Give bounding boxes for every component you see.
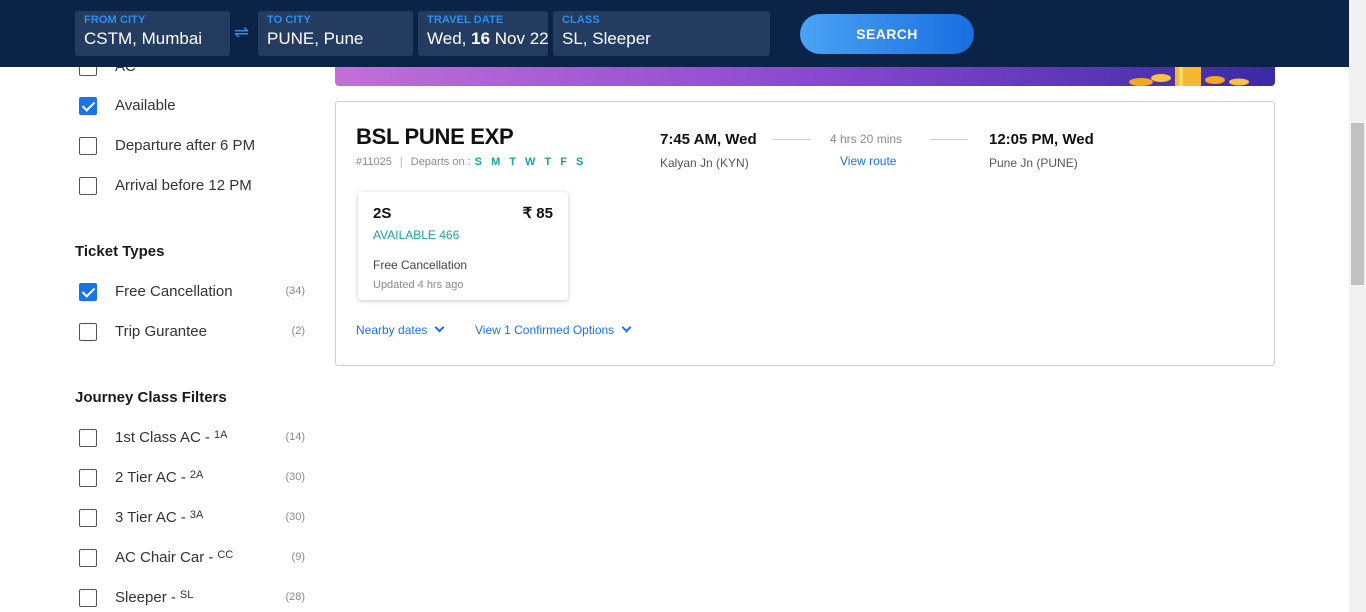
filter-count: (28)	[285, 591, 305, 603]
availability-status: AVAILABLE 466	[373, 228, 460, 242]
field-value: SL, Sleeper	[562, 29, 651, 48]
filter-class-3a[interactable]: 3 Tier AC -3A (30)	[79, 509, 309, 529]
filter-arrival-before-12pm[interactable]: Arrival before 12 PM	[79, 177, 309, 197]
filter-count: (34)	[285, 285, 305, 297]
checkbox[interactable]	[79, 137, 97, 155]
filters-sidebar: AC Available Departure after 6 PM Arriva…	[0, 0, 320, 612]
checkbox[interactable]	[79, 429, 97, 447]
field-value: PUNE, Pune	[267, 29, 364, 48]
filter-label: Free Cancellation	[115, 283, 233, 300]
duration-line-left	[772, 139, 810, 140]
filter-label: 1st Class AC -1A	[115, 429, 228, 446]
filter-count: (9)	[291, 551, 305, 563]
swap-icon[interactable]: ⇌	[234, 22, 249, 43]
checkbox-checked[interactable]	[79, 283, 97, 301]
filter-label: Arrival before 12 PM	[115, 177, 252, 194]
filter-count: (14)	[285, 431, 305, 443]
filter-available[interactable]: Available	[79, 97, 309, 117]
filter-class-2a[interactable]: 2 Tier AC -2A (30)	[79, 469, 309, 489]
class-field[interactable]: CLASS SL, Sleeper	[553, 11, 770, 56]
travel-date-field[interactable]: TRAVEL DATE Wed, 16 Nov 22	[418, 11, 549, 56]
checkbox[interactable]	[79, 509, 97, 527]
class-code: CC	[217, 549, 234, 561]
view-route-link[interactable]: View route	[840, 154, 896, 168]
filter-count: (30)	[285, 511, 305, 523]
class-price: ₹ 85	[522, 205, 553, 222]
running-days: S M T W T F S	[474, 156, 587, 168]
train-card: BSL PUNE EXP #11025 | Departs on :S M T W …	[335, 101, 1275, 366]
confirmed-options-label: View 1 Confirmed Options	[475, 323, 615, 337]
filter-free-cancellation[interactable]: Free Cancellation (34)	[79, 283, 309, 303]
filter-label: AC Chair Car - CC	[115, 549, 234, 566]
nearby-dates-label: Nearby dates	[356, 323, 428, 337]
filter-trip-gurantee[interactable]: Trip Gurantee (2)	[79, 323, 309, 343]
scrollbar-track[interactable]	[1349, 0, 1366, 612]
filter-label: 2 Tier AC -2A	[115, 469, 204, 486]
arrival-time: 12:05 PM, Wed	[989, 131, 1094, 148]
class-name: 2S	[373, 205, 392, 222]
arrival-station: Pune Jn (PUNE)	[989, 156, 1078, 170]
filter-count: (2)	[291, 325, 305, 337]
checkbox[interactable]	[79, 177, 97, 195]
train-name: BSL PUNE EXP	[356, 124, 514, 149]
checkbox[interactable]	[79, 549, 97, 567]
filter-class-sl[interactable]: Sleeper - SL (28)	[79, 589, 309, 609]
field-value: CSTM, Mumbai	[84, 29, 203, 48]
field-label: FROM CITY	[84, 14, 146, 26]
ticket-types-title: Ticket Types	[75, 243, 165, 260]
class-option-2s[interactable]: 2S ₹ 85 AVAILABLE 466 Free Cancellation …	[358, 192, 568, 300]
field-label: TO CITY	[267, 14, 311, 26]
filter-label: 3 Tier AC -3A	[115, 509, 204, 526]
confirmed-options-link[interactable]: View 1 Confirmed Options	[475, 322, 632, 337]
cancellation-info: Free Cancellation	[373, 258, 468, 272]
search-header: FROM CITY CSTM, Mumbai ⇌ TO CITY PUNE, P…	[0, 0, 1349, 67]
promo-banner[interactable]	[335, 64, 1275, 86]
class-code: 3A	[189, 509, 204, 521]
field-label: TRAVEL DATE	[427, 14, 504, 26]
filter-label: Departure after 6 PM	[115, 137, 256, 154]
chevron-down-icon	[434, 322, 445, 333]
search-button[interactable]: SEARCH	[800, 14, 974, 54]
field-label: CLASS	[562, 14, 600, 26]
duration-line-right	[930, 139, 968, 140]
filter-departure-after-6pm[interactable]: Departure after 6 PM	[79, 137, 309, 157]
checkbox[interactable]	[79, 469, 97, 487]
journey-class-title: Journey Class Filters	[75, 389, 227, 406]
class-code: SL	[179, 589, 194, 601]
departure-station: Kalyan Jn (KYN)	[660, 156, 749, 170]
updated-time: Updated 4 hrs ago	[373, 279, 464, 291]
chevron-down-icon	[621, 322, 632, 333]
class-code: 1A	[214, 429, 228, 441]
filter-count: (30)	[285, 471, 305, 483]
page: AC Available Departure after 6 PM Arriva…	[0, 0, 1366, 612]
class-code: 2A	[189, 469, 204, 481]
filter-label: Available	[115, 97, 176, 114]
filter-label: Trip Gurantee	[115, 323, 207, 340]
scrollbar-thumb[interactable]	[1351, 123, 1364, 285]
departs-on-label: Departs on :	[410, 156, 471, 168]
train-number: #11025	[356, 156, 392, 168]
checkbox[interactable]	[79, 323, 97, 341]
filter-class-cc[interactable]: AC Chair Car - CC (9)	[79, 549, 309, 569]
field-value: Wed, 16 Nov 22	[427, 29, 549, 48]
filter-label: Sleeper - SL	[115, 589, 194, 606]
train-meta: #11025 | Departs on :S M T W T F S	[356, 156, 587, 168]
journey-duration: 4 hrs 20 mins	[830, 132, 903, 146]
departure-time: 7:45 AM, Wed	[660, 131, 757, 148]
coins-icon	[1129, 66, 1249, 86]
filter-class-1a[interactable]: 1st Class AC -1A (14)	[79, 429, 309, 449]
checkbox-checked[interactable]	[79, 97, 97, 115]
to-city-field[interactable]: TO CITY PUNE, Pune	[258, 11, 413, 56]
from-city-field[interactable]: FROM CITY CSTM, Mumbai	[75, 11, 230, 56]
nearby-dates-link[interactable]: Nearby dates	[356, 322, 445, 337]
checkbox[interactable]	[79, 589, 97, 607]
